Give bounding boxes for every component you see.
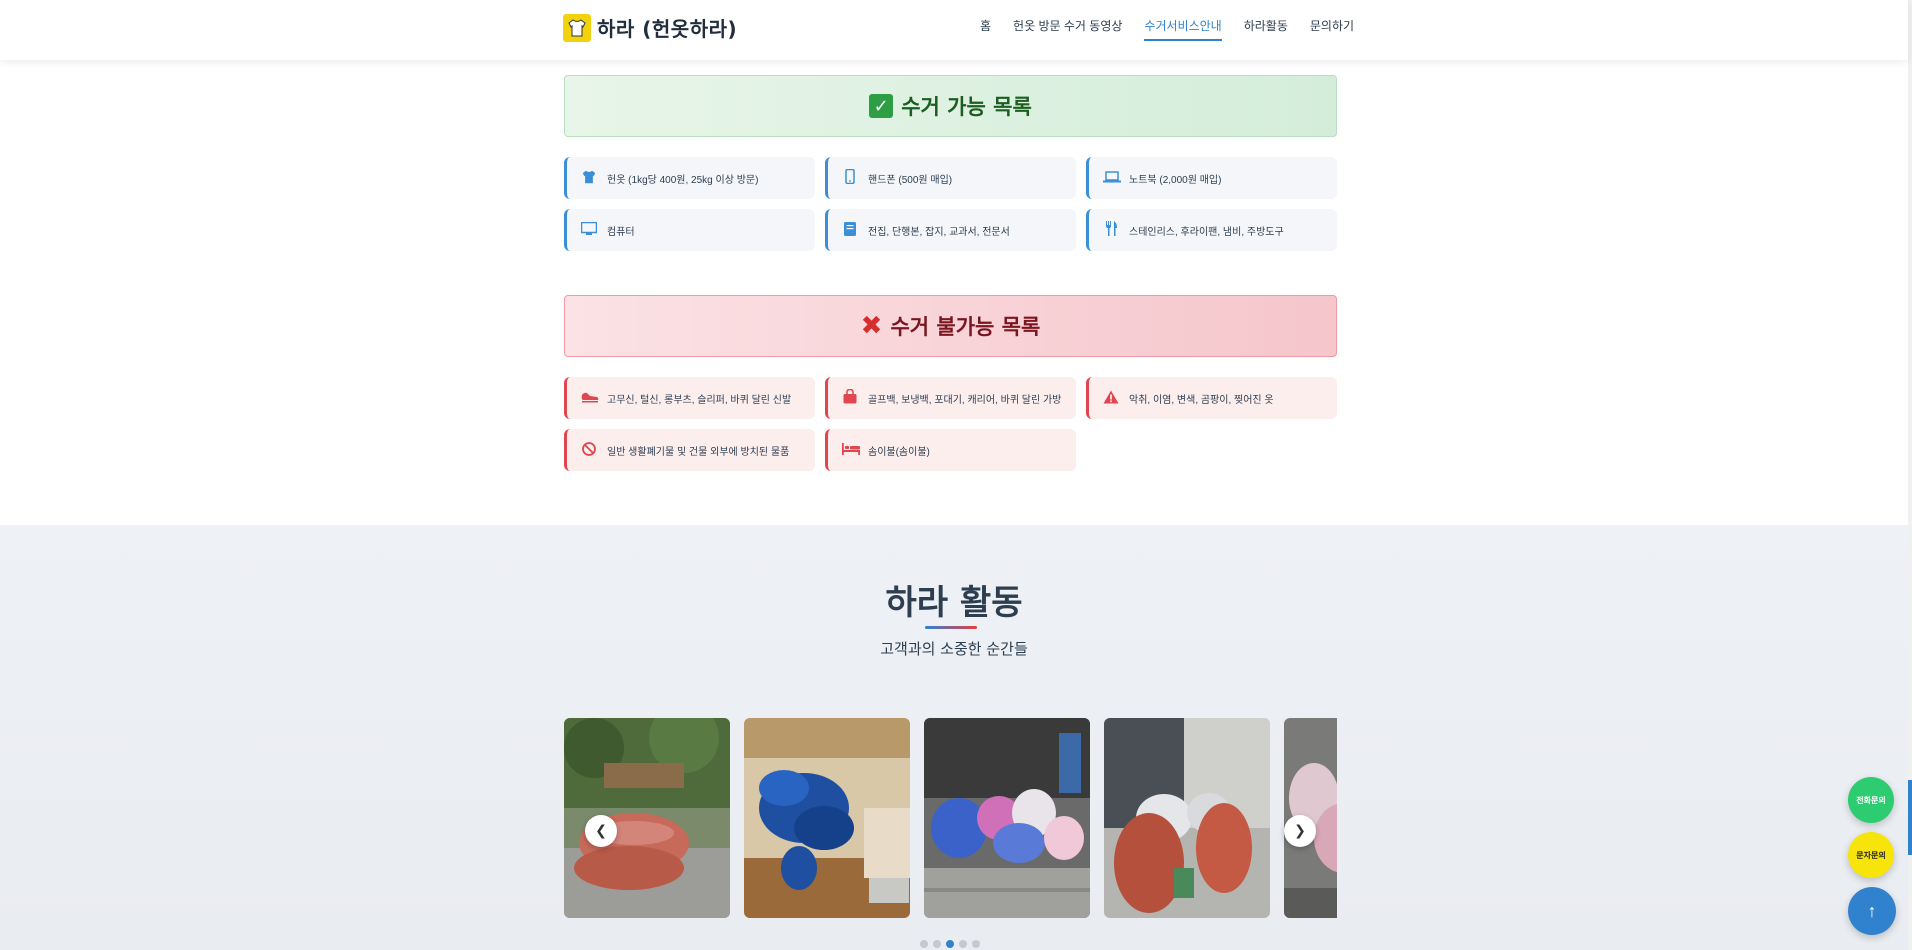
sms-inquiry-button[interactable]: 문자문의 <box>1848 832 1894 878</box>
activity-title: 하라 활동 <box>885 583 1023 623</box>
accepted-item-label: 노트북 (2,000원 매입) <box>1129 174 1222 186</box>
carousel-dots <box>920 940 980 948</box>
laptop-icon <box>1103 170 1121 186</box>
carousel-slide[interactable] <box>1104 718 1270 918</box>
accepted-item: 핸드폰 (500원 매입) <box>825 157 1076 199</box>
nav-contact[interactable]: 문의하기 <box>1310 17 1354 41</box>
chevron-right-icon: ❯ <box>1294 823 1306 839</box>
carousel-dot[interactable] <box>920 940 928 948</box>
title-underline <box>925 626 977 629</box>
activity-carousel[interactable] <box>564 718 1337 918</box>
activity-subtitle: 고객과의 소중한 순간들 <box>880 640 1028 658</box>
warning-icon <box>1103 390 1119 407</box>
mobile-icon <box>842 168 858 187</box>
accepted-title: 수거 가능 목록 <box>901 95 1032 119</box>
carousel-dot-active[interactable] <box>946 940 954 948</box>
scroll-top-button[interactable]: ↑ <box>1848 887 1896 935</box>
rejected-title: 수거 불가능 목록 <box>890 315 1041 339</box>
utensils-icon <box>1103 221 1119 239</box>
check-icon: ✓ <box>869 94 894 118</box>
arrow-up-icon: ↑ <box>1867 900 1877 921</box>
site-header: 하라 (헌옷하라) 홈 헌옷 방문 수거 동영상 수거서비스안내 하라활동 문의… <box>0 0 1908 60</box>
ban-icon <box>581 441 597 459</box>
accepted-item-label: 전집, 단행본, 잡지, 교과서, 전문서 <box>868 226 1010 238</box>
rejected-item-label: 솜이불(솜이불) <box>868 446 930 458</box>
nav-service-guide[interactable]: 수거서비스안내 <box>1144 17 1222 41</box>
accepted-item: 헌옷 (1kg당 400원, 25kg 이상 방문) <box>564 157 815 199</box>
logo-text: 하라 (헌옷하라) <box>597 17 738 41</box>
shoe-icon <box>581 391 599 406</box>
book-icon <box>842 221 858 239</box>
nav-video[interactable]: 헌옷 방문 수거 동영상 <box>1013 17 1122 41</box>
carousel-prev-button[interactable]: ❮ <box>585 815 617 847</box>
cross-icon: ✖ <box>860 311 883 341</box>
main-nav: 홈 헌옷 방문 수거 동영상 수거서비스안내 하라활동 문의하기 <box>980 17 1354 41</box>
accepted-item: 전집, 단행본, 잡지, 교과서, 전문서 <box>825 209 1076 251</box>
carousel-dot[interactable] <box>972 940 980 948</box>
rejected-item: 악취, 이염, 변색, 곰팡이, 찢어진 옷 <box>1086 377 1337 419</box>
rejected-item-label: 일반 생활폐기물 및 건물 외부에 방치된 물품 <box>607 446 790 458</box>
desktop-icon <box>580 221 598 239</box>
rejected-item: 솜이불(솜이불) <box>825 429 1076 471</box>
scrollbar-thumb[interactable] <box>1908 780 1912 855</box>
carousel-slide[interactable] <box>564 718 730 918</box>
accepted-item: 노트북 (2,000원 매입) <box>1086 157 1337 199</box>
carousel-dot[interactable] <box>959 940 967 948</box>
rejected-item-label: 골프백, 보냉백, 포대기, 캐리어, 바퀴 달린 가방 <box>868 394 1062 406</box>
nav-activity[interactable]: 하라활동 <box>1244 17 1288 41</box>
carousel-slide[interactable] <box>924 718 1090 918</box>
accepted-item: 스테인리스, 후라이팬, 냄비, 주방도구 <box>1086 209 1337 251</box>
rejected-banner: ✖ 수거 불가능 목록 <box>564 295 1337 357</box>
carousel-dot[interactable] <box>933 940 941 948</box>
rejected-item: 골프백, 보냉백, 포대기, 캐리어, 바퀴 달린 가방 <box>825 377 1076 419</box>
logo[interactable]: 하라 (헌옷하라) <box>563 13 737 42</box>
tshirt-icon <box>581 170 597 187</box>
rejected-item: 일반 생활폐기물 및 건물 외부에 방치된 물품 <box>564 429 815 471</box>
chevron-left-icon: ❮ <box>595 823 607 839</box>
accepted-item-label: 컴퓨터 <box>607 226 635 238</box>
accepted-item: 컴퓨터 <box>564 209 815 251</box>
phone-inquiry-button[interactable]: 전화문의 <box>1848 777 1894 823</box>
carousel-slide[interactable] <box>744 718 910 918</box>
accepted-banner: ✓ 수거 가능 목록 <box>564 75 1337 137</box>
rejected-item-label: 악취, 이염, 변색, 곰팡이, 찢어진 옷 <box>1129 394 1274 406</box>
rejected-item: 고무신, 털신, 롱부츠, 슬리퍼, 바퀴 달린 신발 <box>564 377 815 419</box>
rejected-item-label: 고무신, 털신, 롱부츠, 슬리퍼, 바퀴 달린 신발 <box>607 394 792 406</box>
carousel-next-button[interactable]: ❯ <box>1284 815 1316 847</box>
bag-icon <box>842 388 858 407</box>
bed-icon <box>842 442 860 458</box>
nav-home[interactable]: 홈 <box>980 17 991 41</box>
accepted-item-label: 핸드폰 (500원 매입) <box>868 174 953 186</box>
accepted-item-label: 스테인리스, 후라이팬, 냄비, 주방도구 <box>1129 226 1284 238</box>
accepted-item-label: 헌옷 (1kg당 400원, 25kg 이상 방문) <box>607 174 759 186</box>
tshirt-icon <box>563 13 591 42</box>
